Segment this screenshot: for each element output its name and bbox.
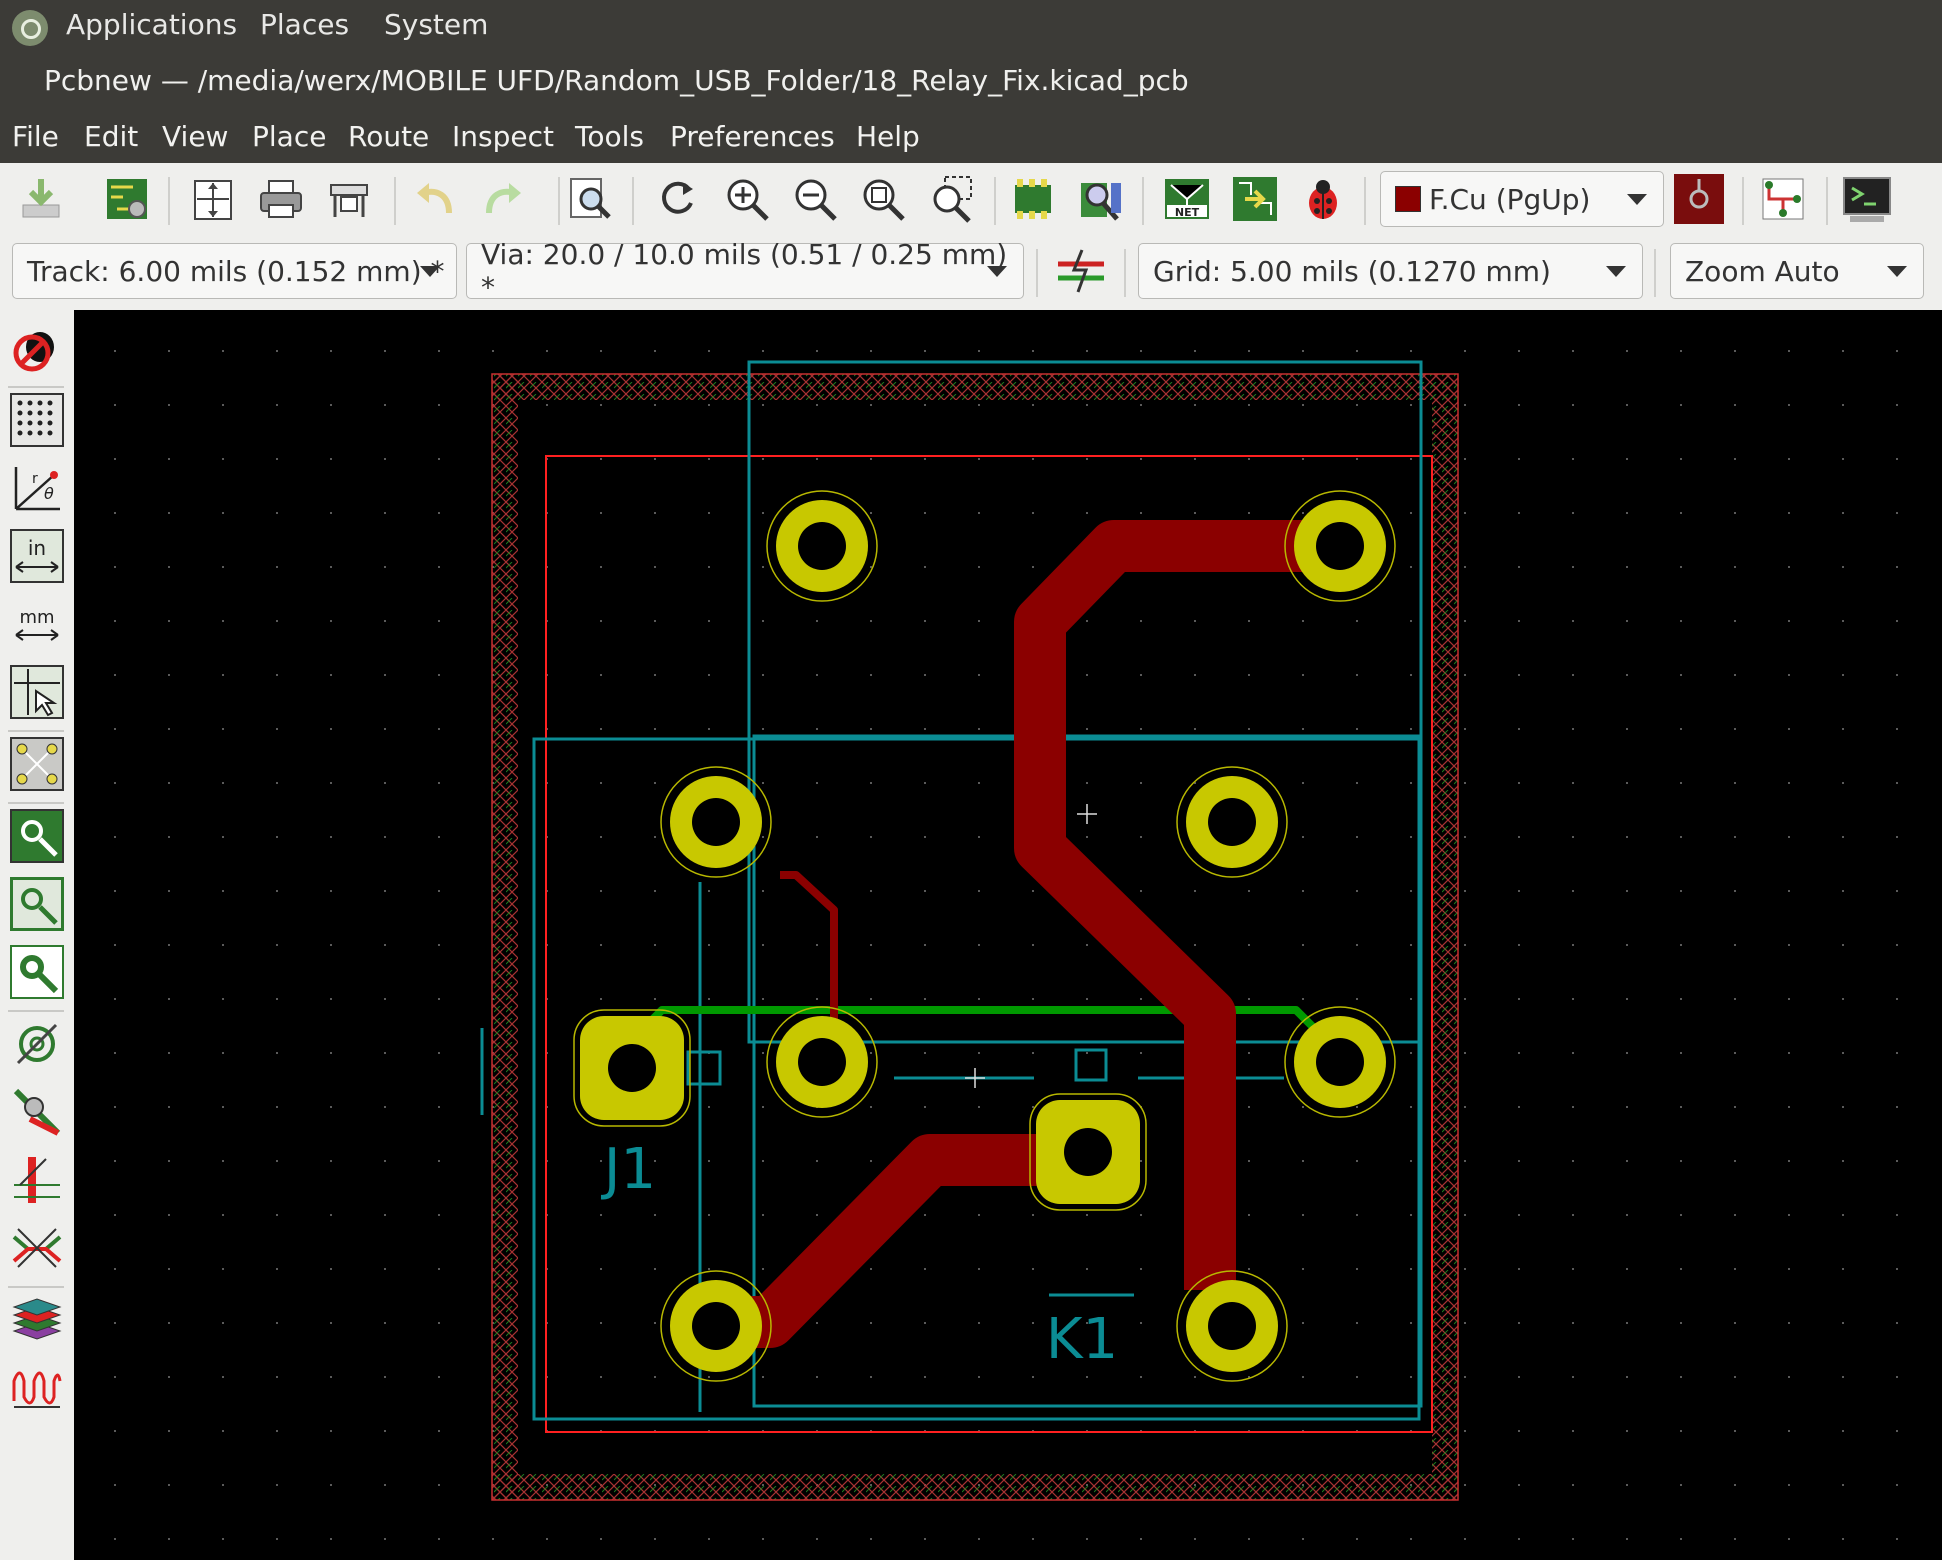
track-sketch-icon[interactable]	[7, 1150, 67, 1210]
redo-icon[interactable]	[476, 172, 530, 226]
zoom-in-icon[interactable]	[720, 172, 774, 226]
cursor-shape-icon[interactable]	[7, 662, 67, 722]
menu-places[interactable]: Places	[260, 8, 349, 41]
plot-icon[interactable]	[322, 172, 376, 226]
zone-outline-icon[interactable]	[7, 874, 67, 934]
ref-j1[interactable]: J1	[601, 1137, 656, 1202]
zoom-select-value: Zoom Auto	[1685, 254, 1840, 288]
layer-select-value: F.Cu (PgUp)	[1429, 182, 1591, 216]
layers-manager-icon[interactable]	[7, 1290, 67, 1350]
via-size-value: Via: 20.0 / 10.0 mils (0.51 / 0.25 mm) *	[481, 238, 1008, 304]
page-settings-icon[interactable]	[186, 172, 240, 226]
window-titlebar: Pcbnew — /media/werx/MOBILE UFD/Random_U…	[0, 54, 1942, 111]
footprint-browser-icon[interactable]	[1074, 172, 1128, 226]
aux-toolbar: Track: 6.00 mils (0.152 mm) * Via: 20.0 …	[0, 235, 1942, 310]
menu-view[interactable]: View	[162, 120, 228, 153]
pad[interactable]	[1284, 490, 1396, 602]
left-toolbar: rθ in mm	[0, 310, 74, 1560]
layer-color-swatch	[1395, 186, 1421, 212]
chevron-down-icon	[1887, 266, 1907, 277]
pad[interactable]	[660, 1270, 772, 1382]
load-netlist-icon[interactable]: NET	[1160, 172, 1214, 226]
menu-inspect[interactable]: Inspect	[452, 120, 554, 153]
menu-file[interactable]: File	[12, 120, 59, 153]
pad[interactable]	[660, 766, 772, 878]
main-toolbar: NET F.Cu (PgUp)	[0, 163, 1942, 235]
zoom-select[interactable]: Zoom Auto	[1670, 243, 1924, 299]
update-pcb-icon[interactable]	[1228, 172, 1282, 226]
print-icon[interactable]	[254, 172, 308, 226]
ref-k1[interactable]: K1	[1046, 1307, 1118, 1372]
menu-help[interactable]: Help	[856, 120, 920, 153]
menu-system[interactable]: System	[384, 8, 488, 41]
ubuntu-logo-icon[interactable]	[12, 10, 48, 46]
svg-text:mm: mm	[19, 607, 54, 628]
pad[interactable]	[1284, 1006, 1396, 1118]
import-icon[interactable]	[14, 172, 68, 226]
svg-text:r: r	[32, 471, 38, 487]
chevron-down-icon	[1627, 194, 1647, 205]
auto-track-width-icon[interactable]	[1054, 244, 1108, 298]
footprint-editor-icon[interactable]	[1006, 172, 1060, 226]
pad[interactable]	[766, 1006, 878, 1118]
autoroute-icon[interactable]	[1756, 172, 1810, 226]
units-mm-icon[interactable]: mm	[7, 594, 67, 654]
drc-icon[interactable]	[1296, 172, 1350, 226]
grid-toggle-icon[interactable]	[7, 390, 67, 450]
track-width-select[interactable]: Track: 6.00 mils (0.152 mm) *	[12, 243, 457, 299]
via-size-select[interactable]: Via: 20.0 / 10.0 mils (0.51 / 0.25 mm) *	[466, 238, 1024, 304]
layer-pair-icon[interactable]	[1672, 172, 1726, 226]
menu-place[interactable]: Place	[252, 120, 326, 153]
high-contrast-icon[interactable]	[7, 1218, 67, 1278]
menubar: File Edit View Place Route Inspect Tools…	[0, 111, 1942, 163]
chevron-down-icon	[1606, 266, 1626, 277]
ratsnest-icon[interactable]	[7, 734, 67, 794]
via-sketch-icon[interactable]	[7, 1082, 67, 1142]
track-width-value: Track: 6.00 mils (0.152 mm) *	[27, 254, 445, 288]
window-title: Pcbnew — /media/werx/MOBILE UFD/Random_U…	[44, 64, 1189, 97]
menu-route[interactable]: Route	[348, 120, 429, 153]
pad-square[interactable]	[1029, 1093, 1147, 1211]
pad[interactable]	[1176, 1270, 1288, 1382]
units-inches-icon[interactable]: in	[7, 526, 67, 586]
menu-applications[interactable]: Applications	[66, 8, 237, 41]
menu-preferences[interactable]: Preferences	[670, 120, 835, 153]
zoom-selection-icon[interactable]	[924, 172, 978, 226]
zone-fill-icon[interactable]	[7, 806, 67, 866]
zoom-out-icon[interactable]	[788, 172, 842, 226]
pcb-canvas[interactable]: J1 K1	[74, 310, 1942, 1560]
find-icon[interactable]	[562, 172, 616, 226]
zoom-fit-icon[interactable]	[856, 172, 910, 226]
drc-off-icon[interactable]	[7, 318, 67, 378]
zone-sketch-icon[interactable]	[7, 942, 67, 1002]
svg-text:θ: θ	[44, 484, 54, 503]
grid-select-value: Grid: 5.00 mils (0.1270 mm)	[1153, 254, 1551, 288]
polar-coords-icon[interactable]: rθ	[7, 458, 67, 518]
board-setup-icon[interactable]	[100, 172, 154, 226]
svg-text:NET: NET	[1175, 206, 1200, 219]
menu-tools[interactable]: Tools	[575, 120, 644, 153]
layer-select[interactable]: F.Cu (PgUp)	[1380, 171, 1664, 227]
scripting-console-icon[interactable]	[1840, 172, 1894, 226]
chevron-down-icon	[987, 266, 1007, 277]
menu-edit[interactable]: Edit	[84, 120, 138, 153]
pad[interactable]	[1176, 766, 1288, 878]
pad[interactable]	[766, 490, 878, 602]
grid-select[interactable]: Grid: 5.00 mils (0.1270 mm)	[1138, 243, 1643, 299]
system-top-panel: Applications Places System	[0, 0, 1942, 54]
redraw-icon[interactable]	[650, 172, 704, 226]
pad-sketch-icon[interactable]	[7, 1014, 67, 1074]
chevron-down-icon	[420, 266, 440, 277]
microwave-toolbar-icon[interactable]	[7, 1358, 67, 1418]
svg-text:in: in	[28, 536, 46, 560]
undo-icon[interactable]	[408, 172, 462, 226]
pad-square[interactable]	[573, 1009, 691, 1127]
